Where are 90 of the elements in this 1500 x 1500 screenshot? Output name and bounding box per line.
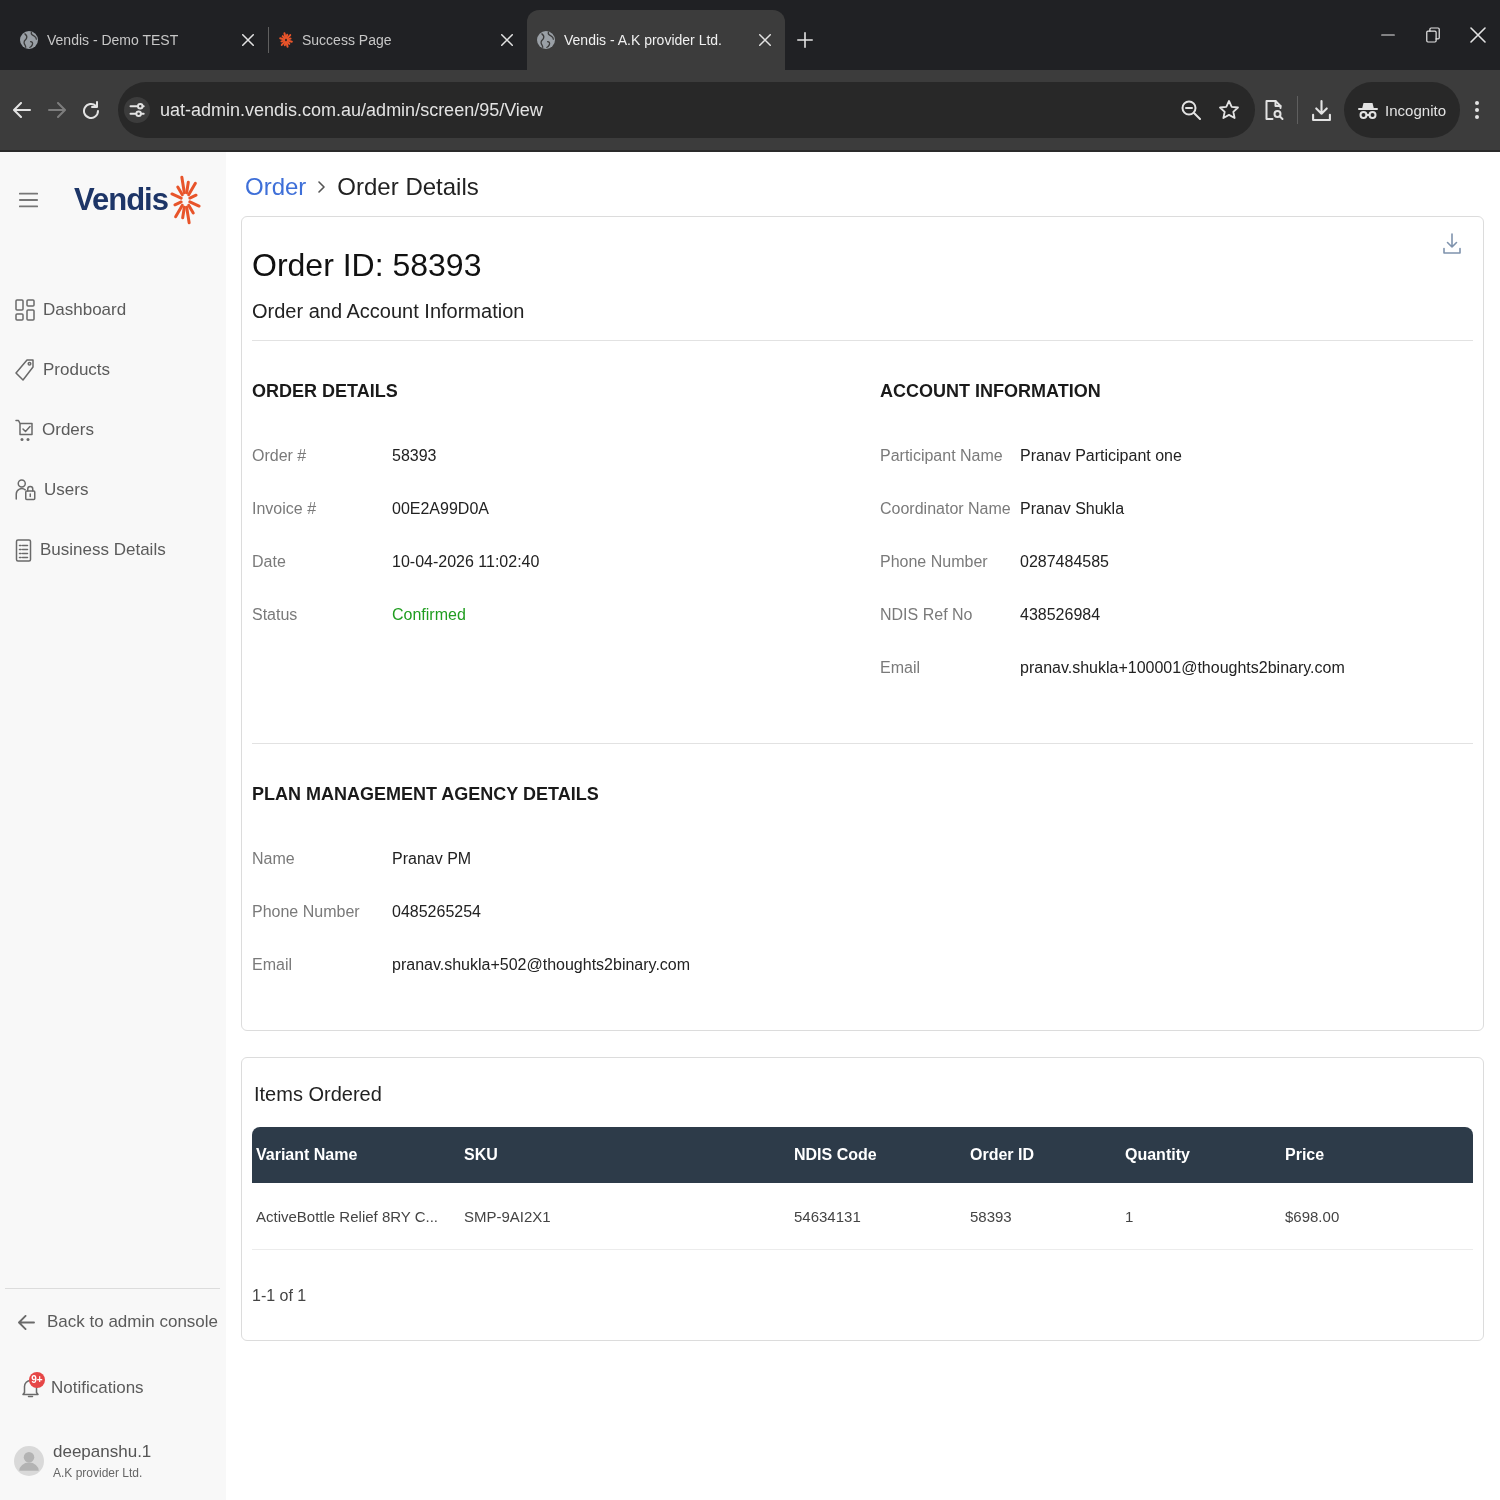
reload-icon[interactable] — [83, 101, 100, 119]
field-label: Email — [880, 658, 920, 677]
close-icon[interactable] — [759, 34, 771, 46]
field-label: NDIS Ref No — [880, 605, 973, 624]
column-header[interactable]: Quantity — [1121, 1127, 1281, 1183]
sidebar-item[interactable]: Users — [0, 460, 226, 520]
sidebar-item[interactable]: Business Details — [0, 520, 226, 580]
url-text: uat-admin.vendis.com.au/admin/screen/95/View — [160, 99, 543, 121]
notification-badge: 9+ — [29, 1372, 45, 1388]
sunburst-icon — [169, 175, 201, 225]
order-title: Order ID: 58393 — [252, 246, 482, 285]
table-cell: $698.00 — [1281, 1183, 1473, 1250]
column-header[interactable]: Variant Name — [252, 1127, 460, 1183]
section-heading: ACCOUNT INFORMATION — [880, 380, 1101, 403]
avatar-icon — [14, 1445, 44, 1476]
field-label: Email — [252, 955, 292, 974]
globe-icon — [20, 31, 38, 49]
zoom-out-icon[interactable] — [1181, 100, 1202, 120]
back-arrow-icon[interactable] — [12, 102, 31, 118]
table-cell: SMP-9AI2X1 — [460, 1183, 790, 1250]
dashboard-grid-icon — [15, 299, 35, 321]
field-value: Pranav PM — [392, 849, 472, 868]
address-bar[interactable]: uat-admin.vendis.com.au/admin/screen/95/View — [118, 82, 1256, 138]
cart-check-icon — [15, 418, 34, 442]
site-settings-icon[interactable] — [124, 97, 150, 123]
browser-tab[interactable]: Vendis - Demo TEST — [10, 10, 268, 70]
column-header[interactable]: Price — [1281, 1127, 1473, 1183]
close-icon[interactable] — [242, 34, 254, 46]
sidebar-item[interactable]: Dashboard — [0, 280, 226, 340]
table-cell: 1 — [1121, 1183, 1281, 1250]
card-subtitle: Order and Account Information — [252, 299, 525, 324]
field-label: Participant Name — [880, 446, 1003, 465]
column-header[interactable]: SKU — [460, 1127, 790, 1183]
field-label: Invoice # — [252, 499, 317, 518]
new-tab-plus-icon[interactable] — [797, 32, 813, 48]
incognito-icon — [1358, 101, 1379, 119]
field-label: Phone Number — [252, 902, 360, 921]
sidebar-item[interactable]: Products — [0, 340, 226, 400]
field-label: Phone Number — [880, 552, 988, 571]
page-search-icon[interactable] — [1264, 99, 1285, 121]
close-icon[interactable] — [1469, 27, 1486, 43]
notifications-link[interactable]: 9+ Notifications — [5, 1355, 220, 1421]
table-cell: 54634131 — [790, 1183, 966, 1250]
field-value: 0485265254 — [392, 902, 481, 921]
field-value: 0287484585 — [1020, 552, 1109, 571]
sunburst-icon — [279, 32, 293, 48]
pagination-text: 1-1 of 1 — [252, 1286, 307, 1306]
card-title: Items Ordered — [254, 1082, 382, 1107]
logo-text: Vendis — [74, 182, 168, 218]
bookmark-star-icon[interactable] — [1219, 100, 1240, 120]
field-value: 10-04-2026 11:02:40 — [392, 552, 540, 571]
column-header[interactable]: Order ID — [966, 1127, 1121, 1183]
field-value: pranav.shukla+502@thoughts2binary.com — [392, 955, 691, 974]
field-label: Coordinator Name — [880, 499, 1011, 518]
chevron-icon — [318, 181, 326, 193]
user-lock-icon — [15, 479, 36, 501]
browser-tab[interactable]: Success Page — [269, 10, 527, 70]
field-value: Pranav Shukla — [1020, 499, 1125, 518]
field-value: pranav.shukla+100001@thoughts2binary.com — [1020, 658, 1345, 677]
field-value: Pranav Participant one — [1020, 446, 1182, 465]
sidebar-item[interactable]: Orders — [0, 400, 226, 460]
table-cell: 58393 — [966, 1183, 1121, 1250]
section-heading: ORDER DETAILS — [252, 380, 398, 403]
field-label: Date — [252, 552, 286, 571]
restore-icon[interactable] — [1425, 27, 1440, 43]
field-value: 00E2A99D0A — [392, 499, 489, 518]
menu-icon[interactable] — [19, 192, 38, 208]
field-label: Status — [252, 605, 298, 624]
field-value: 438526984 — [1020, 605, 1101, 624]
field-value: 58393 — [392, 446, 437, 465]
field-label: Name — [252, 849, 295, 868]
more-options-icon[interactable] — [1475, 101, 1479, 119]
section-heading: PLAN MANAGEMENT AGENCY DETAILS — [252, 783, 599, 806]
minimize-icon[interactable] — [1380, 34, 1395, 36]
user-name: deepanshu.1 — [53, 1441, 152, 1462]
table-cell: ActiveBottle Relief 8RY C... — [252, 1183, 460, 1250]
back-link[interactable]: Back to admin console — [5, 1289, 220, 1355]
arrow-left-icon — [18, 1314, 35, 1330]
breadcrumb-link[interactable]: Order — [245, 173, 307, 201]
incognito-button[interactable]: Incognito — [1344, 82, 1460, 138]
field-value: Confirmed — [392, 605, 466, 624]
field-label: Order # — [252, 446, 307, 465]
breadcrumb-current: Order Details — [337, 173, 479, 201]
browser-tab[interactable]: Vendis - A.K provider Ltd. — [527, 10, 785, 70]
close-icon[interactable] — [501, 34, 513, 46]
column-header[interactable]: NDIS Code — [790, 1127, 966, 1183]
globe-icon — [537, 31, 555, 49]
organization-name: A.K provider Ltd. — [53, 1465, 144, 1480]
tag-icon — [15, 359, 35, 381]
document-list-icon — [15, 538, 32, 562]
